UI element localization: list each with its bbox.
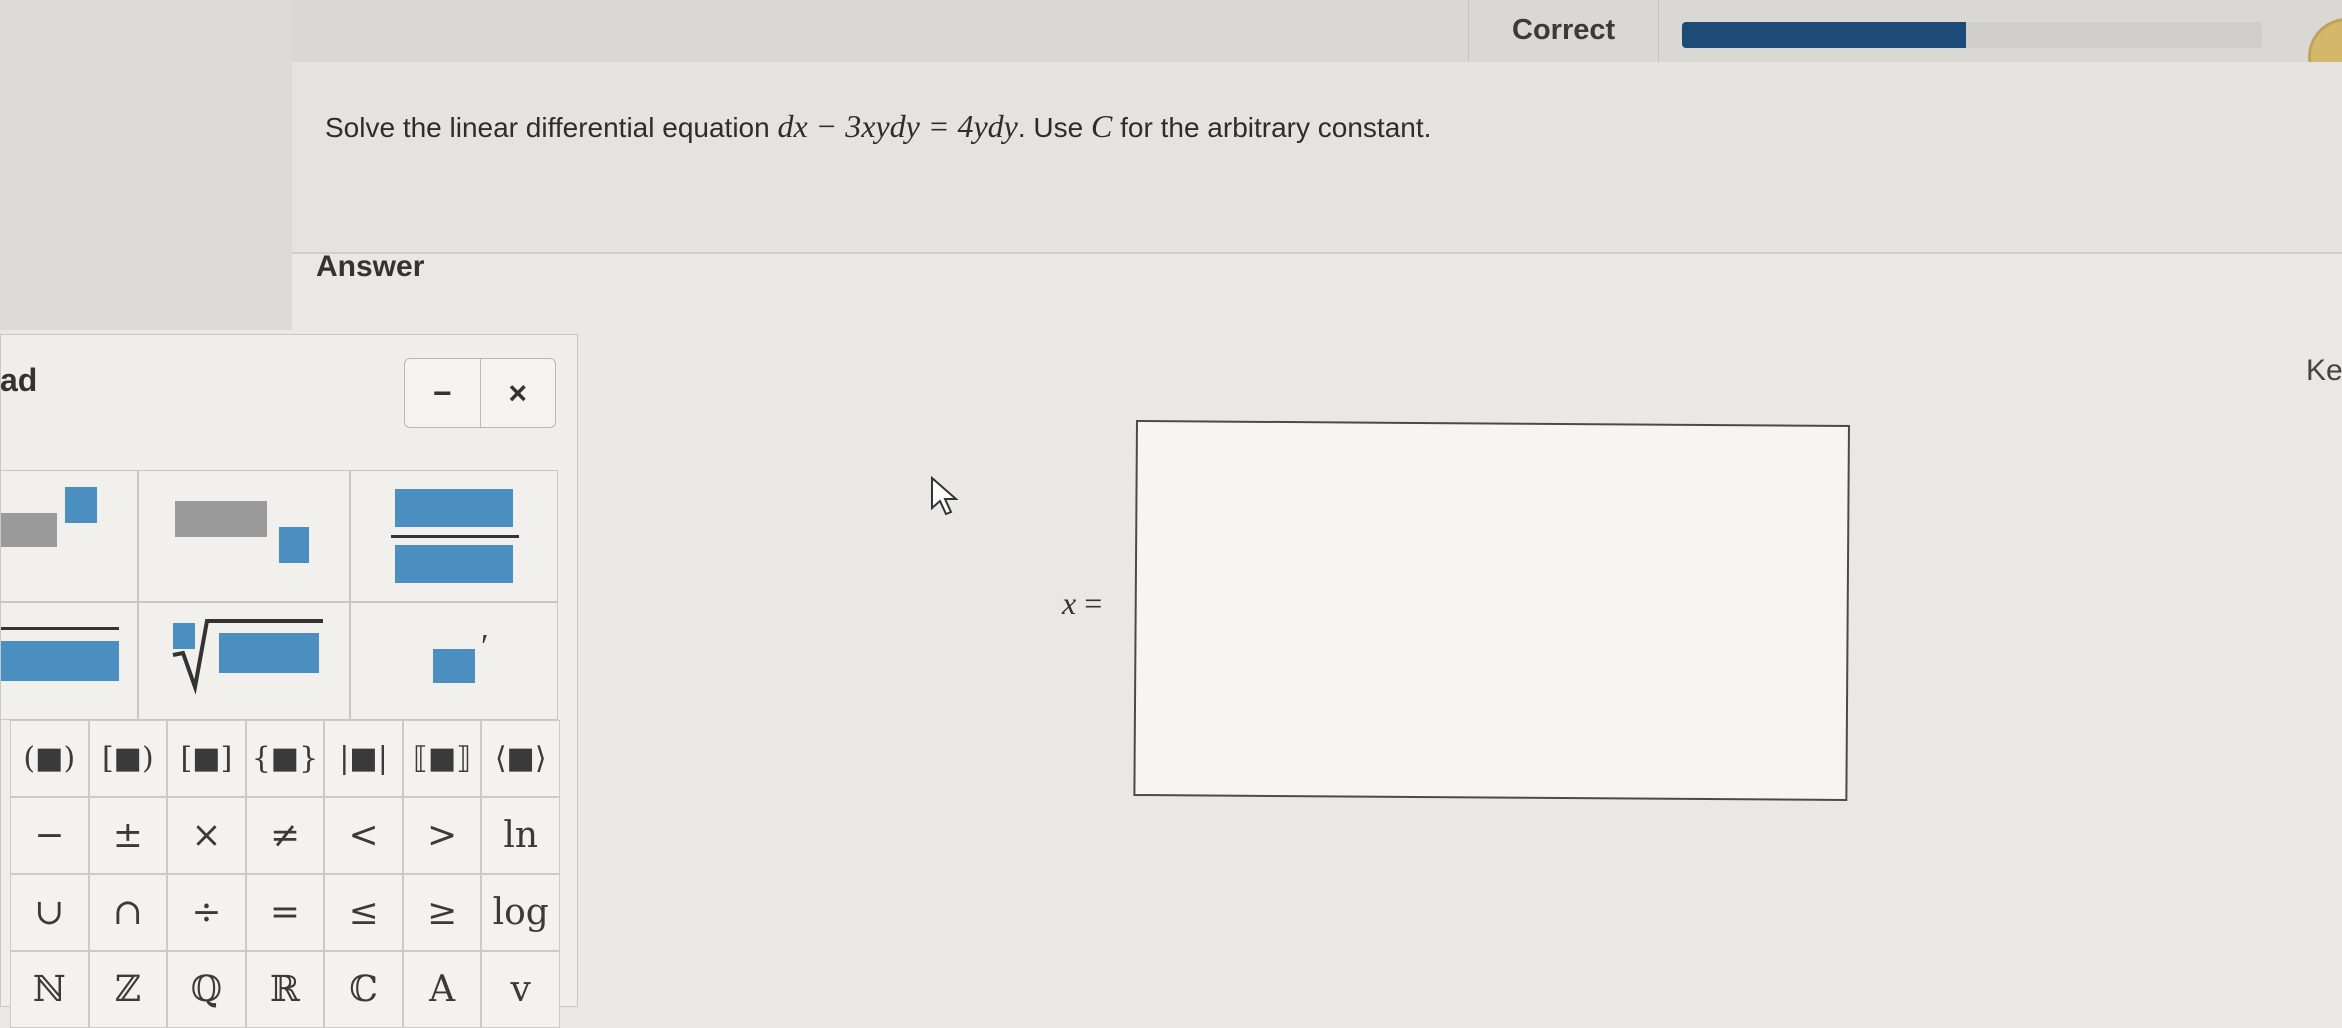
- constant-variable: C: [1091, 108, 1113, 144]
- question-equation: dx − 3xydy = 4ydy: [777, 108, 1018, 144]
- answer-heading: Answer: [316, 250, 425, 283]
- template-grid: ′: [0, 470, 558, 720]
- keypad-key[interactable]: ±: [88, 797, 168, 874]
- left-strip: [0, 0, 292, 330]
- keypad-key[interactable]: >: [402, 797, 482, 874]
- overline-icon: [1, 627, 119, 681]
- answer-lhs: x =: [1062, 585, 1102, 622]
- answer-variable: x: [1062, 585, 1077, 621]
- keypad-key-bracket[interactable]: ⟦■⟧: [402, 720, 482, 797]
- keypad-label[interactable]: Key: [2306, 354, 2342, 388]
- symbol-grid: (■) [■) [■] {■} |■| ⟦■⟧ ⟨■⟩ − ± × ≠ < > ln ∪ ∩ ÷ = ≤ ≥ log ℕ ℤ…: [10, 720, 560, 1028]
- keypad-key[interactable]: ℂ: [324, 951, 403, 1028]
- keypad-key[interactable]: ÷: [167, 874, 246, 951]
- keypad-key[interactable]: ×: [167, 797, 246, 874]
- keypad-key[interactable]: ℝ: [245, 951, 325, 1028]
- question-suffix-a: . Use: [1017, 112, 1084, 143]
- nth-root-template[interactable]: [138, 602, 350, 720]
- prime-icon: ′: [433, 628, 488, 683]
- keypad-key-bracket[interactable]: (■): [10, 720, 89, 797]
- keypad-key[interactable]: −: [10, 797, 89, 874]
- overline-template[interactable]: [0, 602, 138, 720]
- close-button[interactable]: ×: [479, 359, 556, 427]
- keypad-key[interactable]: =: [245, 874, 325, 951]
- status-label: Correct: [1512, 14, 1616, 46]
- root-icon: [172, 619, 323, 695]
- keypad-key[interactable]: ∩: [88, 874, 168, 951]
- question-text: Solve the linear differential equation d…: [325, 108, 1431, 145]
- keypad-key-bracket[interactable]: {■}: [245, 720, 325, 797]
- fraction-template[interactable]: [350, 470, 558, 602]
- subscript-icon: [175, 501, 309, 563]
- keypad-key[interactable]: ln: [481, 797, 560, 874]
- superscript-icon: [1, 487, 97, 547]
- answer-input[interactable]: [1133, 420, 1850, 801]
- keypad-key[interactable]: ∪: [10, 874, 89, 951]
- question-panel: [292, 62, 2342, 254]
- keypad-key[interactable]: ℚ: [167, 951, 246, 1028]
- keypad-key-bracket[interactable]: [■]: [167, 720, 246, 797]
- keypad-window-controls: − ×: [404, 358, 556, 428]
- keypad-key-bracket[interactable]: |■|: [324, 720, 403, 797]
- keypad-key[interactable]: ℤ: [88, 951, 168, 1028]
- superscript-template[interactable]: [0, 470, 138, 602]
- fraction-icon: [391, 489, 519, 583]
- progress-fill: [1682, 22, 1967, 48]
- keypad-key[interactable]: ≤: [324, 874, 403, 951]
- keypad-key[interactable]: ≥: [402, 874, 482, 951]
- keypad-key-bracket[interactable]: [■): [88, 720, 168, 797]
- svg-text:′: ′: [481, 628, 488, 665]
- progress-bar: [1682, 22, 2262, 48]
- keypad-key[interactable]: ≠: [245, 797, 325, 874]
- question-suffix: for the arbitrary constant.: [1120, 112, 1432, 143]
- mouse-cursor-icon: [931, 476, 959, 516]
- minimize-button[interactable]: −: [405, 359, 480, 427]
- keypad-key[interactable]: <: [324, 797, 403, 874]
- keypad-key[interactable]: ℕ: [10, 951, 89, 1028]
- keypad-key[interactable]: v: [481, 951, 560, 1028]
- question-prefix: Solve the linear differential equation: [325, 112, 770, 143]
- answer-equals: =: [1084, 585, 1103, 621]
- subscript-template[interactable]: [138, 470, 350, 602]
- keypad-key[interactable]: log: [481, 874, 560, 951]
- keypad-key-bracket[interactable]: ⟨■⟩: [481, 720, 560, 797]
- keypad-key[interactable]: A: [402, 951, 482, 1028]
- prime-template[interactable]: ′: [350, 602, 558, 720]
- keypad-title: ad: [0, 362, 38, 398]
